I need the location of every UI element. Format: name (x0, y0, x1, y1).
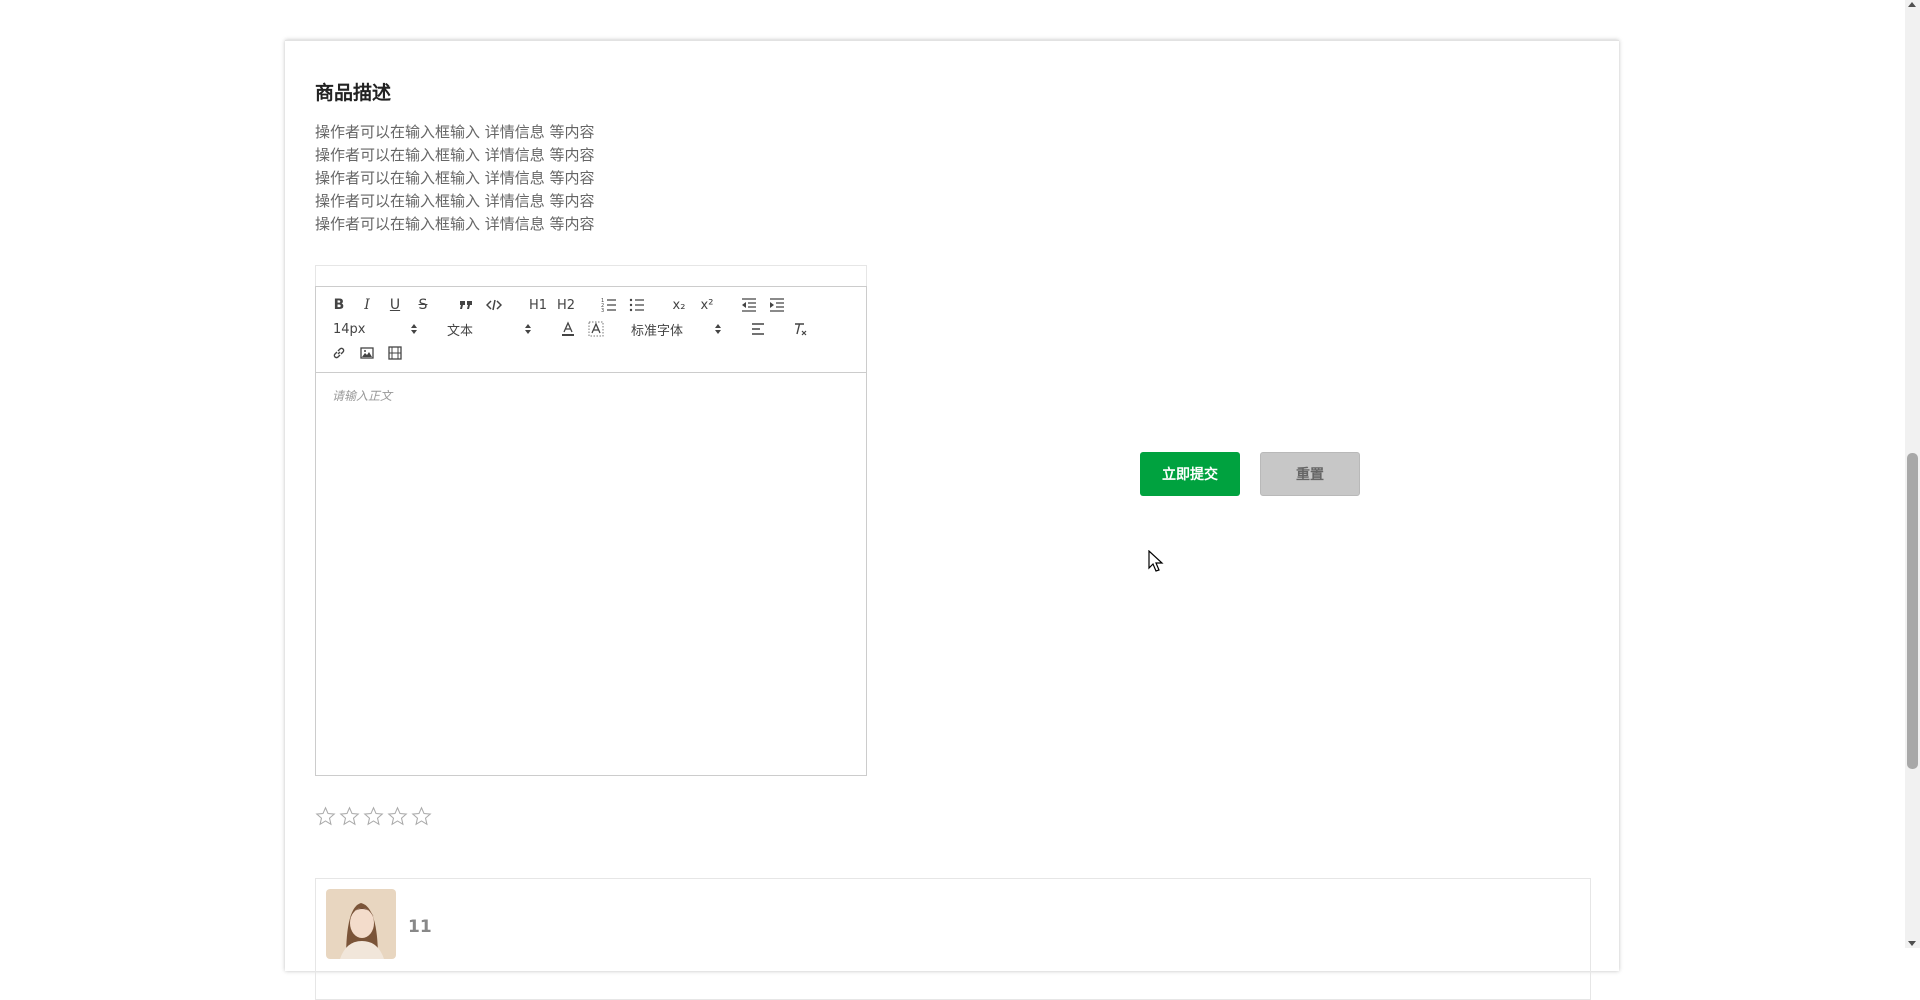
star-icon[interactable] (363, 806, 384, 827)
description-line: 操作者可以在输入框输入 详情信息 等内容 (315, 215, 595, 233)
code-block-button[interactable] (484, 295, 504, 315)
editor-top-border (315, 265, 867, 286)
align-button[interactable] (748, 319, 768, 339)
reset-button[interactable]: 重置 (1260, 452, 1360, 496)
vertical-scrollbar[interactable] (1905, 0, 1920, 948)
strikethrough-button[interactable]: S (413, 295, 433, 315)
comment-item: 11 (315, 878, 1591, 1000)
mouse-cursor-icon (1148, 550, 1164, 572)
code-icon (486, 299, 502, 311)
avatar (326, 889, 396, 959)
comment-user-name: 11 (408, 917, 432, 937)
ordered-list-button[interactable]: 123 (599, 295, 619, 315)
font-family-value: 标准字体 (631, 323, 684, 339)
video-button[interactable] (385, 343, 405, 363)
user-portrait-icon (326, 889, 396, 959)
bullet-list-button[interactable] (627, 295, 647, 315)
editor-content-area[interactable]: 请输入正文 (315, 373, 867, 776)
video-icon (388, 346, 402, 360)
rich-text-editor: B I U S H1 H2 123 x₂ x² 14px 文本 标准字体 请输入… (315, 265, 867, 776)
blockquote-button[interactable] (456, 295, 476, 315)
font-size-value: 14px (333, 321, 366, 337)
bullet-list-icon (629, 298, 644, 312)
indent-icon (770, 298, 784, 312)
scrollbar-thumb[interactable] (1907, 453, 1918, 769)
scroll-up-arrow-icon[interactable] (1908, 2, 1916, 7)
editor-placeholder: 请输入正文 (332, 389, 393, 403)
bold-button[interactable]: B (329, 295, 349, 315)
select-arrows-icon (525, 324, 531, 334)
font-family-select[interactable]: 标准字体 (631, 319, 723, 339)
outdent-icon (742, 298, 756, 312)
star-rating (315, 806, 432, 827)
align-left-icon (752, 323, 764, 335)
italic-button[interactable]: I (357, 295, 377, 315)
header-value: 文本 (447, 323, 474, 339)
background-color-button[interactable] (586, 319, 606, 339)
outdent-button[interactable] (739, 295, 759, 315)
image-icon (360, 347, 374, 359)
subscript-button[interactable]: x₂ (669, 295, 689, 315)
svg-text:3: 3 (601, 308, 604, 313)
star-icon[interactable] (387, 806, 408, 827)
star-icon[interactable] (315, 806, 336, 827)
superscript-button[interactable]: x² (697, 295, 717, 315)
ordered-list-icon: 123 (601, 298, 616, 313)
description-line: 操作者可以在输入框输入 详情信息 等内容 (315, 146, 595, 164)
select-arrows-icon (715, 324, 721, 334)
description-line: 操作者可以在输入框输入 详情信息 等内容 (315, 169, 595, 187)
indent-button[interactable] (767, 295, 787, 315)
link-icon (333, 347, 345, 359)
submit-button[interactable]: 立即提交 (1140, 452, 1240, 496)
description-line: 操作者可以在输入框输入 详情信息 等内容 (315, 192, 595, 210)
clear-format-icon (795, 323, 807, 336)
quote-icon (460, 301, 472, 309)
product-form-card: 商品描述 操作者可以在输入框输入 详情信息 等内容 操作者可以在输入框输入 详情… (285, 40, 1619, 1000)
description-line: 操作者可以在输入框输入 详情信息 等内容 (315, 123, 595, 141)
image-button[interactable] (357, 343, 377, 363)
scroll-down-arrow-icon[interactable] (1908, 941, 1916, 946)
star-icon[interactable] (339, 806, 360, 827)
section-title: 商品描述 (315, 82, 392, 104)
underline-button[interactable]: U (385, 295, 405, 315)
background-color-icon (588, 321, 604, 337)
heading2-button[interactable]: H2 (554, 295, 578, 315)
clear-format-button[interactable] (790, 319, 810, 339)
font-color-icon (562, 321, 574, 336)
select-arrows-icon (411, 324, 417, 334)
heading1-button[interactable]: H1 (526, 295, 550, 315)
font-color-button[interactable] (558, 319, 578, 339)
link-button[interactable] (329, 343, 349, 363)
star-icon[interactable] (411, 806, 432, 827)
font-size-select[interactable]: 14px (333, 319, 419, 339)
section-description: 操作者可以在输入框输入 详情信息 等内容 操作者可以在输入框输入 详情信息 等内… (315, 121, 595, 236)
header-select[interactable]: 文本 (447, 319, 533, 339)
editor-toolbar: B I U S H1 H2 123 x₂ x² 14px 文本 标准字体 (315, 286, 867, 373)
